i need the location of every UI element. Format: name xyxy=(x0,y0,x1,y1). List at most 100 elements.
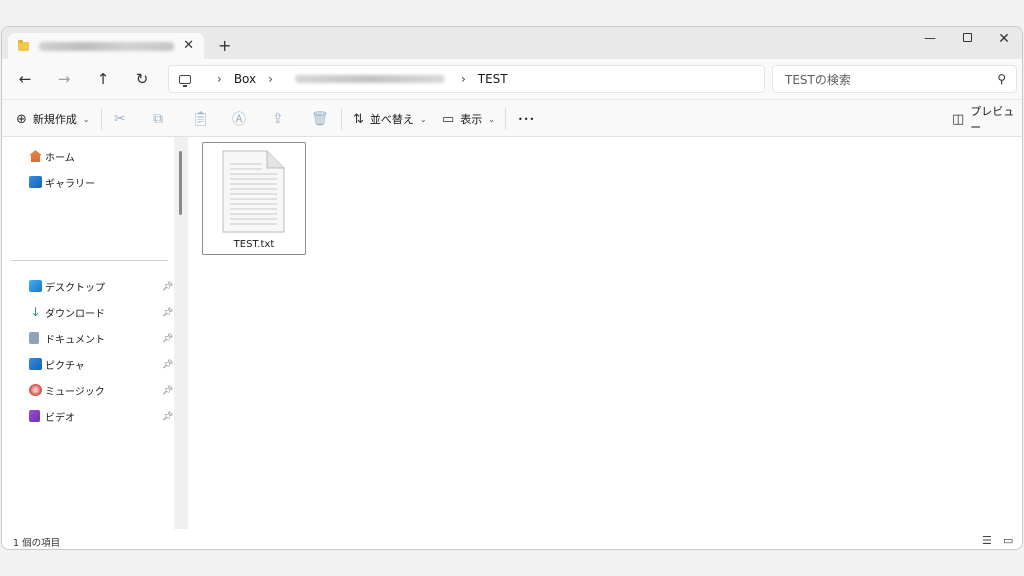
sort-icon: ⇅ xyxy=(353,111,364,127)
gallery-icon xyxy=(29,176,42,188)
rename-button[interactable]: Ⓐ xyxy=(232,100,252,138)
file-item[interactable]: TEST.txt xyxy=(202,142,306,255)
file-explorer-window: ✕ + — ✕ ← → ↑ ↻ › Box › › TEST TESTの検索 ⚲… xyxy=(1,26,1023,550)
sidebar-scrollbar[interactable] xyxy=(174,137,188,529)
tab-title-redacted xyxy=(39,41,174,51)
close-tab-icon[interactable]: ✕ xyxy=(183,38,194,53)
sort-label: 並べ替え xyxy=(369,113,414,126)
toolbar-divider xyxy=(505,108,506,130)
status-bar: 1 個の項目 ☰ ▭ xyxy=(2,529,1022,549)
sidebar-item-label: ドキュメント xyxy=(45,334,105,346)
view-icon: ▭ xyxy=(442,111,455,127)
file-name: TEST.txt xyxy=(233,239,275,250)
plus-circle-icon: ⊕ xyxy=(16,111,27,127)
breadcrumb-box[interactable]: Box xyxy=(234,72,256,86)
rename-icon: Ⓐ xyxy=(232,112,246,128)
pin-icon[interactable]: 📌︎ xyxy=(162,412,173,422)
scrollbar-thumb[interactable] xyxy=(179,151,182,215)
more-options-button[interactable]: ••• xyxy=(518,100,535,138)
sidebar-item-label: ギャラリー xyxy=(45,178,95,190)
command-bar: ⊕ 新規作成 ⌄ ✂ ⧉ 📋︎ Ⓐ ⇪ 🗑︎ ⇅ 並べ替え ⌄ ▭ 表示 ⌄ •… xyxy=(2,99,1022,137)
breadcrumb-test[interactable]: TEST xyxy=(478,72,508,86)
search-icon[interactable]: ⚲ xyxy=(997,72,1006,86)
breadcrumb-separator[interactable]: › xyxy=(217,72,222,86)
toolbar-divider xyxy=(341,108,342,130)
share-button[interactable]: ⇪ xyxy=(272,100,290,138)
chevron-down-icon: ⌄ xyxy=(488,114,495,124)
pin-icon[interactable]: 📌︎ xyxy=(162,282,173,292)
search-input[interactable]: TESTの検索 ⚲ xyxy=(772,65,1017,93)
sidebar-item-desktop[interactable]: デスクトップ xyxy=(29,277,105,295)
chevron-down-icon: ⌄ xyxy=(419,114,427,124)
paste-button[interactable]: 📋︎ xyxy=(192,100,216,138)
download-icon: ↓ xyxy=(30,305,41,319)
preview-pane-button[interactable]: ◫ プレビュー xyxy=(952,100,1022,138)
preview-label: プレビュー xyxy=(970,105,1015,134)
minimize-button[interactable]: — xyxy=(918,31,942,45)
delete-button[interactable]: 🗑︎ xyxy=(311,100,335,138)
cut-button[interactable]: ✂ xyxy=(114,100,132,138)
sidebar-item-documents[interactable]: ドキュメント xyxy=(29,329,105,347)
desktop-icon xyxy=(29,280,42,292)
preview-pane-icon: ◫ xyxy=(952,111,965,127)
documents-icon xyxy=(29,332,39,344)
clipboard-icon: 📋︎ xyxy=(192,111,210,127)
sidebar-item-videos[interactable]: ビデオ xyxy=(29,407,75,425)
close-window-button[interactable]: ✕ xyxy=(992,31,1016,47)
view-button[interactable]: ▭ 表示 ⌄ xyxy=(442,100,495,138)
pin-icon[interactable]: 📌︎ xyxy=(162,334,173,344)
pictures-icon xyxy=(29,358,42,370)
share-icon: ⇪ xyxy=(272,111,284,127)
new-button[interactable]: ⊕ 新規作成 ⌄ xyxy=(16,100,90,138)
sidebar-divider xyxy=(11,260,168,261)
maximize-icon xyxy=(962,33,972,42)
copy-button[interactable]: ⧉ xyxy=(153,100,169,138)
sidebar-item-music[interactable]: ミュージック xyxy=(29,381,105,399)
sidebar-item-label: ミュージック xyxy=(45,386,105,398)
breadcrumb-separator[interactable]: › xyxy=(461,72,466,86)
home-icon xyxy=(29,150,42,162)
this-pc-icon[interactable] xyxy=(179,74,191,87)
sidebar-item-label: ピクチャ xyxy=(45,360,85,372)
sidebar-item-label: ビデオ xyxy=(45,412,75,424)
sidebar-item-label: ホーム xyxy=(45,152,75,164)
pin-icon[interactable]: 📌︎ xyxy=(162,386,173,396)
item-count: 1 個の項目 xyxy=(13,538,61,549)
pin-icon[interactable]: 📌︎ xyxy=(162,360,173,370)
trash-icon: 🗑︎ xyxy=(311,111,329,127)
back-button[interactable]: ← xyxy=(15,70,35,88)
new-tab-button[interactable]: + xyxy=(218,36,231,55)
folder-icon xyxy=(18,39,29,51)
navigation-pane: ホーム ギャラリー デスクトップ 📌︎ ↓ ダウンロード 📌︎ ドキュメント 📌… xyxy=(2,137,174,529)
breadcrumb-separator[interactable]: › xyxy=(268,72,273,86)
sort-button[interactable]: ⇅ 並べ替え ⌄ xyxy=(353,100,427,138)
chevron-down-icon: ⌄ xyxy=(82,114,90,124)
copy-icon: ⧉ xyxy=(153,111,163,127)
pin-icon[interactable]: 📌︎ xyxy=(162,308,173,318)
forward-button[interactable]: → xyxy=(54,70,74,88)
sidebar-item-pictures[interactable]: ピクチャ xyxy=(29,355,85,373)
toolbar-divider xyxy=(101,108,102,130)
sidebar-item-downloads[interactable]: ↓ ダウンロード xyxy=(29,303,105,321)
text-file-icon xyxy=(222,150,285,233)
tiles-view-icon[interactable]: ▭ xyxy=(1003,534,1013,547)
search-placeholder: TESTの検索 xyxy=(785,72,851,87)
file-list-area[interactable]: TEST.txt xyxy=(188,137,1022,529)
address-bar[interactable]: › Box › › TEST xyxy=(168,65,765,93)
tab-current-folder[interactable]: ✕ xyxy=(8,33,204,59)
maximize-button[interactable] xyxy=(955,31,979,45)
title-bar: ✕ + — ✕ xyxy=(2,27,1022,59)
up-button[interactable]: ↑ xyxy=(93,70,113,88)
refresh-button[interactable]: ↻ xyxy=(132,70,152,88)
music-icon xyxy=(29,384,42,396)
sidebar-item-gallery[interactable]: ギャラリー xyxy=(29,173,95,191)
sidebar-item-label: デスクトップ xyxy=(45,282,105,294)
breadcrumb-redacted[interactable] xyxy=(294,75,445,83)
sidebar-item-home[interactable]: ホーム xyxy=(29,147,75,165)
scissors-icon: ✂ xyxy=(114,111,126,127)
address-row: ← → ↑ ↻ › Box › › TEST TESTの検索 ⚲ xyxy=(2,59,1022,99)
view-label: 表示 xyxy=(460,113,483,126)
videos-icon xyxy=(29,410,40,422)
details-view-icon[interactable]: ☰ xyxy=(982,534,992,547)
new-label: 新規作成 xyxy=(32,113,77,126)
